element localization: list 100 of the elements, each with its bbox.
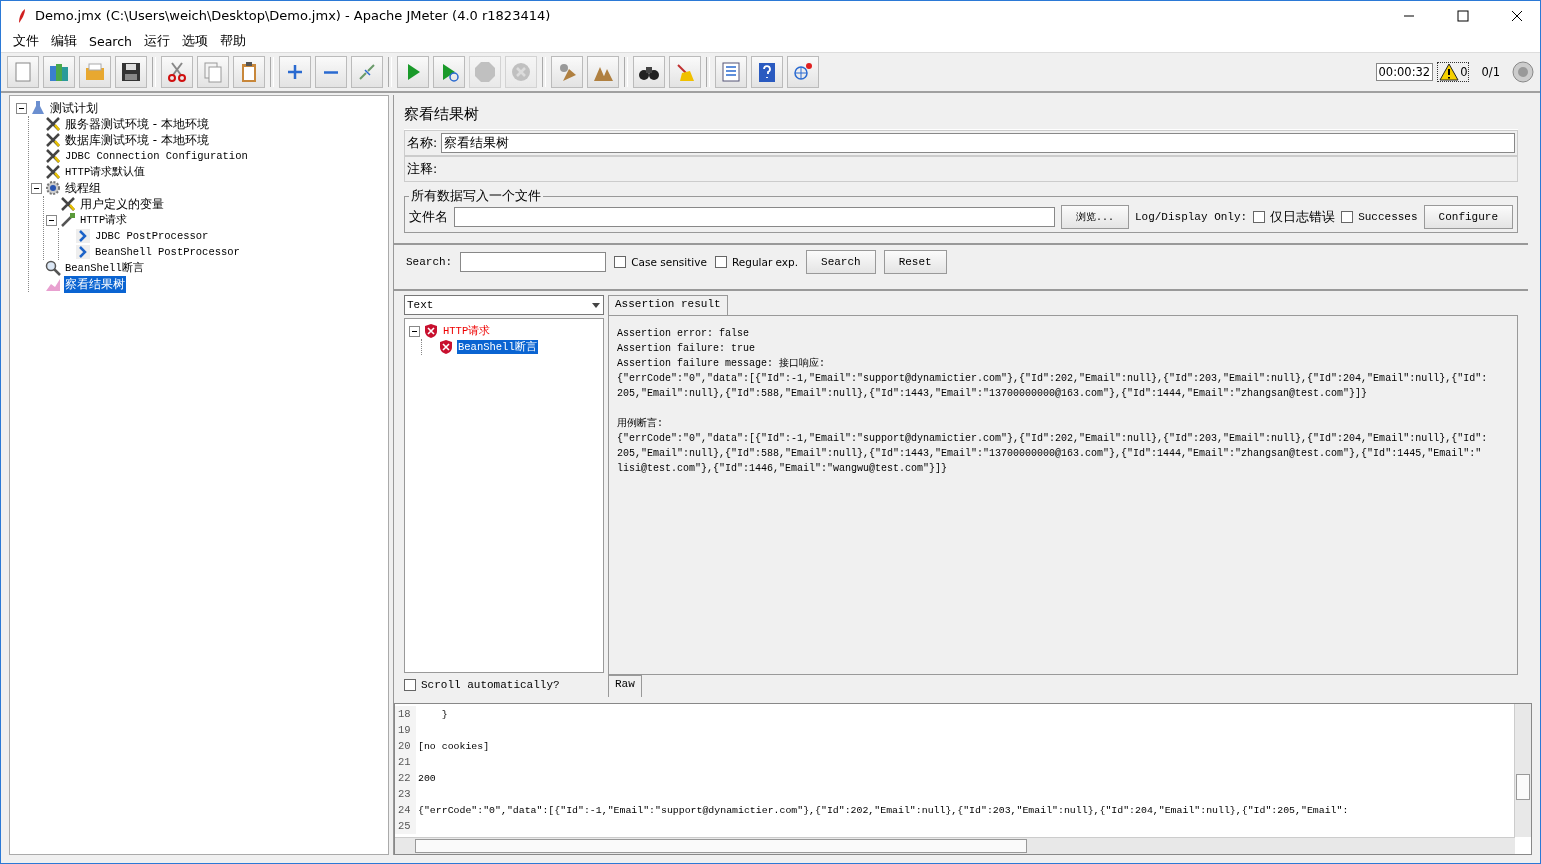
menu-item[interactable]: 帮助 (213, 32, 252, 50)
log-line: {"errCode":"0","data":[{"Id":-1,"Email":"support@dynamictier.com"},{"Id":202,"Email":null},{"Id":203,"Email":null},{"Id":204,"Email":null},{"Id":205,"Email": (417, 804, 1349, 816)
tree-item[interactable]: 服务器测试环境 - 本地环境 (64, 115, 210, 133)
checkbox[interactable] (1253, 211, 1266, 223)
filename-field[interactable] (454, 207, 1055, 227)
tree-item[interactable]: 线程组 (64, 179, 102, 197)
tree-item[interactable]: 测试计划 (49, 99, 99, 117)
configure-button[interactable]: Configure (1423, 205, 1513, 229)
option-label: Case sensitive (631, 256, 707, 268)
tree-item[interactable]: HTTP请求默认值 (64, 165, 147, 179)
tools-icon (45, 148, 61, 164)
magnifier-icon (45, 260, 61, 276)
menu-item[interactable]: 选项 (175, 32, 214, 50)
menu-item[interactable]: 编辑 (45, 32, 83, 50)
line-number: 18 (395, 706, 416, 722)
browse-button[interactable]: 浏览... (1060, 205, 1129, 229)
tab[interactable]: Assertion result (608, 295, 728, 315)
warning-indicator[interactable]: 0 (1437, 62, 1470, 82)
line-number: 22 (395, 770, 416, 786)
help-book-icon (756, 61, 778, 83)
tools-icon (45, 116, 61, 132)
menu-item[interactable]: Search (83, 33, 138, 49)
field-label: 注释: (407, 160, 438, 178)
maximize-icon (1457, 9, 1469, 22)
option-label: Scroll automatically? (421, 678, 560, 693)
collapse-toggle[interactable] (31, 182, 42, 194)
checkbox[interactable] (614, 256, 627, 268)
option-label: Successes (1358, 211, 1418, 223)
list-icon (720, 61, 742, 83)
tools-icon (45, 164, 61, 180)
pipette-icon (60, 212, 76, 228)
blank-page-icon (13, 61, 33, 83)
menu-item[interactable]: 运行 (137, 32, 176, 50)
checkbox[interactable] (404, 679, 416, 691)
field-label: 名称: (407, 134, 438, 152)
field-label: 文件名 (409, 208, 448, 226)
line-number: 24 (395, 802, 416, 818)
result-item[interactable]: BeanShell断言 (457, 340, 538, 354)
feather-icon (17, 7, 27, 24)
books-icon (48, 61, 70, 83)
collapse-toggle[interactable] (46, 214, 57, 226)
tree-item[interactable]: 察看结果树 (64, 275, 126, 293)
result-item[interactable]: HTTP请求 (442, 324, 492, 338)
log-line: [no cookies] (417, 740, 490, 752)
warning-icon (1439, 63, 1460, 81)
horizontal-scrollbar[interactable] (395, 837, 1515, 854)
log-line: } (440, 708, 448, 720)
tree-item[interactable]: HTTP请求 (79, 213, 129, 227)
minus-icon (324, 70, 338, 74)
tree-item[interactable]: BeanShell断言 (64, 261, 145, 275)
option-label: 仅日志错误 (1270, 208, 1336, 226)
thread-count: 0/1 (1481, 65, 1500, 79)
search-button[interactable]: Reset (883, 250, 947, 274)
minus-icon (19, 107, 24, 109)
toolbar-button[interactable] (633, 56, 665, 88)
line-number: 23 (395, 786, 416, 802)
panel-title: 察看结果树 (404, 105, 1518, 130)
option-label: Regular exp. (731, 256, 799, 268)
tree-item[interactable]: BeanShell PostProcessor (94, 246, 241, 258)
window-title: Demo.jmx (C:\Users\weich\Desktop\Demo.jmx) - Apache JMeter (4.0 r1823414) (35, 8, 552, 23)
scissors-icon (166, 61, 188, 83)
assertion-result-text: Assertion error: false Assertion failure: true Assertion failure message: 接口响应: {"errCode":"0","data":[{"Id":-1,"Email":"support@dynamictier.com"},{"Id":202,"Email":null},{"Id":203,"Email":null},{"Id":204,"Email":null},{"Id": 205,"Email":null},{"Id":588,"Email":null},{"Id":1443,"Email":"13700000000@163.com"},{"Id":1444,"Email":"zhangsan@test.com"}]} 用例断言: {"errCode":"0","data":[{"Id":-1,"Email":"support@dynamictier.com"},{"Id":202,"Email":null},{"Id":203,"Email":null},{"Id":204,"Email":null},{"Id": 205,"Email":null},{"Id":588,"Email":null},{"Id":1443,"Email":"13700000000@163.com"},{"Id":1444,"Email":"zhangsan@test.com"},{"Id":1445,"Email":" lisi@test.com"},{"Id":1446,"Email":"wangwu@test.com"}]} (608, 315, 1518, 675)
close-icon (1511, 9, 1523, 22)
minus-icon (412, 330, 417, 332)
collapse-toggle[interactable] (16, 102, 27, 114)
checkbox[interactable] (714, 256, 727, 268)
tree-item[interactable]: JDBC Connection Configuration (64, 150, 249, 162)
search-label: Search: (406, 256, 453, 268)
tools-icon (45, 132, 61, 148)
flask-icon (30, 100, 46, 116)
checkbox[interactable] (1341, 211, 1354, 223)
tree-item[interactable]: 数据库测试环境 - 本地环境 (64, 131, 210, 149)
vertical-scrollbar[interactable] (1514, 704, 1531, 837)
plus-icon (286, 63, 304, 81)
search-field[interactable] (460, 252, 607, 272)
tools-icon (60, 196, 76, 212)
toolbar-button[interactable] (751, 56, 783, 88)
toolbar-button[interactable] (233, 56, 265, 88)
log-line: 200 (417, 772, 436, 784)
network-icon (792, 61, 814, 83)
stop-sign-icon (474, 61, 496, 83)
copy-icon (202, 61, 224, 83)
folder-icon (84, 61, 106, 83)
menu-item[interactable]: 文件 (7, 32, 45, 50)
line-number: 21 (395, 754, 416, 770)
line-number: 25 (395, 818, 416, 834)
line-number: 19 (395, 722, 416, 738)
search-button[interactable]: Search (806, 250, 876, 274)
name-field[interactable]: 察看结果树 (441, 133, 1515, 153)
gear-icon (45, 180, 61, 196)
tree-item[interactable]: JDBC PostProcessor (94, 230, 210, 242)
elapsed-time: 00:00:32 (1375, 63, 1434, 81)
tree-item[interactable]: 用户定义的变量 (79, 195, 165, 213)
minus-icon (49, 219, 54, 221)
tab[interactable]: Raw (608, 675, 642, 697)
collapse-toggle[interactable] (409, 325, 420, 337)
group-title: 所有数据写入一个文件 (410, 188, 542, 205)
toolbar-button[interactable] (115, 56, 147, 88)
line-number: 20 (395, 738, 416, 754)
renderer-dropdown[interactable]: Text (404, 295, 604, 315)
